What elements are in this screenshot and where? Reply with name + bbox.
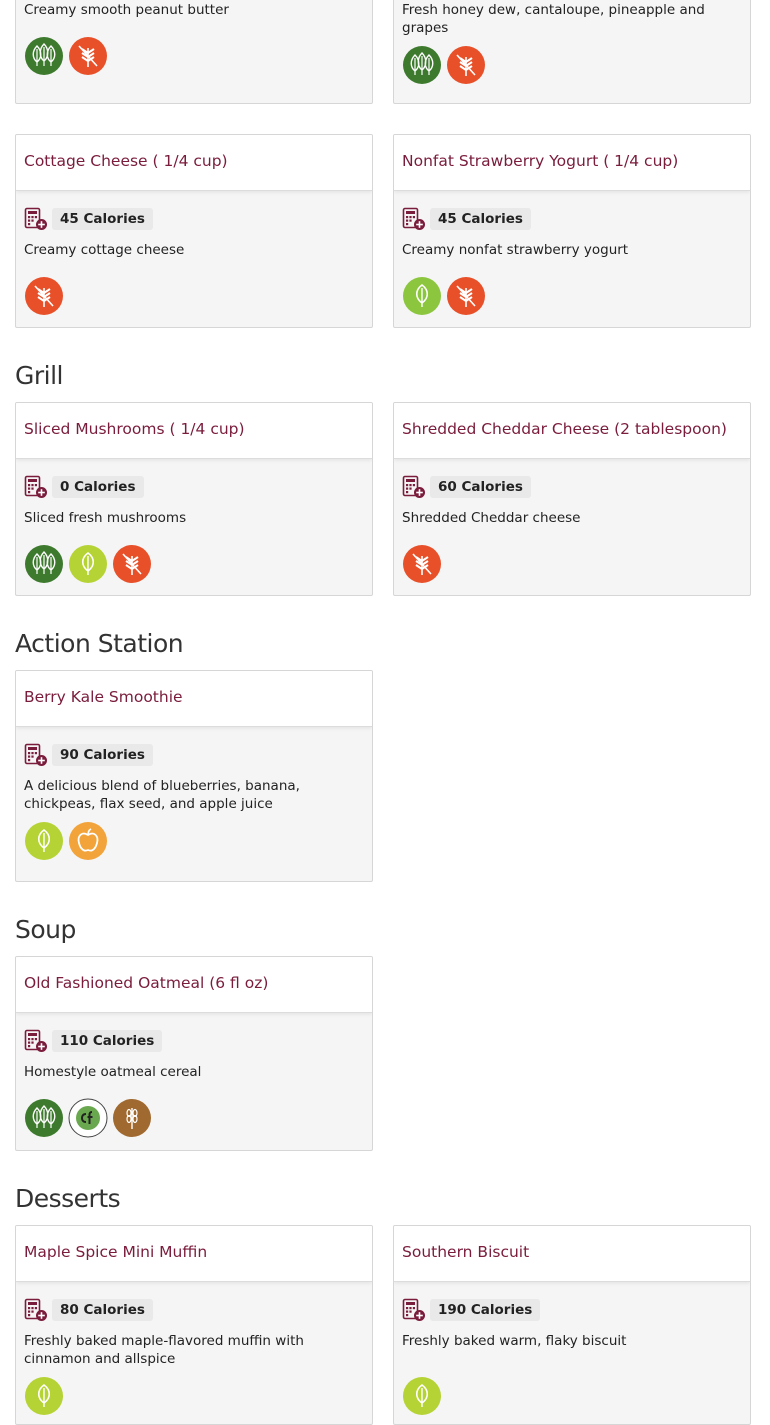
calories-badge: 110 Calories xyxy=(52,1030,163,1052)
item-description: Fresh honey dew, cantaloupe, pineapple a… xyxy=(402,2,705,36)
apple-icon[interactable] xyxy=(68,821,108,861)
item-description: Homestyle oatmeal cereal xyxy=(24,1064,202,1080)
item-description: Freshly baked warm, flaky biscuit xyxy=(402,1333,627,1349)
item-title-link[interactable]: Southern Biscuit xyxy=(394,1226,750,1261)
no-gluten-wheat-icon[interactable] xyxy=(24,276,64,316)
menu-item-card: Berry Kale Smoothie 90 Calories A delici… xyxy=(15,670,373,882)
vegan-leaf-icon[interactable] xyxy=(24,1098,64,1138)
plant-forward-leaf-icon[interactable] xyxy=(402,1376,442,1416)
whole-grain-icon[interactable] xyxy=(112,1098,152,1138)
nutrition-calculator-icon[interactable] xyxy=(24,207,48,231)
calories-badge: 0 Calories xyxy=(52,476,144,498)
diet-badges xyxy=(24,544,364,584)
nutrition-calculator-icon[interactable] xyxy=(24,1029,48,1053)
calories-badge: 45 Calories xyxy=(430,208,531,230)
vegan-leaf-icon[interactable] xyxy=(24,36,64,76)
diet-badges xyxy=(402,544,742,584)
item-description: Freshly baked maple-flavored muffin with… xyxy=(24,1333,304,1367)
calories-badge: 190 Calories xyxy=(430,1299,541,1321)
item-description: Creamy smooth peanut butter xyxy=(24,2,229,18)
diet-badges xyxy=(24,1376,364,1416)
diet-badges xyxy=(24,821,364,861)
diet-badges xyxy=(24,276,364,316)
diet-badges xyxy=(24,1098,364,1138)
diet-badges xyxy=(402,1376,742,1416)
item-title-link[interactable]: Cottage Cheese ( 1/4 cup) xyxy=(16,135,372,170)
nutrition-calculator-icon[interactable] xyxy=(24,1298,48,1322)
nutrition-calculator-icon[interactable] xyxy=(402,475,426,499)
menu-item-card: Nonfat Strawberry Yogurt ( 1/4 cup) 45 C… xyxy=(393,134,751,328)
diet-badges xyxy=(402,45,742,85)
calories-badge: 45 Calories xyxy=(52,208,153,230)
item-title-link[interactable]: Sliced Mushrooms ( 1/4 cup) xyxy=(16,403,372,438)
item-title-link[interactable]: Berry Kale Smoothie xyxy=(16,671,372,706)
no-gluten-wheat-icon[interactable] xyxy=(112,544,152,584)
item-title-link[interactable]: Shredded Cheddar Cheese (2 tablespoon) xyxy=(394,403,750,438)
vegan-leaf-icon[interactable] xyxy=(402,45,442,85)
item-description: A delicious blend of blueberries, banana… xyxy=(24,778,300,812)
menu-item-card: Sliced Mushrooms ( 1/4 cup) 0 Calories S… xyxy=(15,402,373,596)
section-title-grill: Grill xyxy=(15,361,64,390)
item-description: Sliced fresh mushrooms xyxy=(24,510,187,526)
menu-item-card: Old Fashioned Oatmeal (6 fl oz) 110 Calo… xyxy=(15,956,373,1151)
section-title-desserts: Desserts xyxy=(15,1184,121,1213)
vegan-leaf-icon[interactable] xyxy=(24,544,64,584)
menu-item-card: Creamy smooth peanut butter xyxy=(15,0,373,104)
menu-item-card: Southern Biscuit 190 Calories Freshly ba… xyxy=(393,1225,751,1425)
menu-item-card: Cottage Cheese ( 1/4 cup) 45 Calories Cr… xyxy=(15,134,373,328)
item-description: Creamy cottage cheese xyxy=(24,242,185,258)
menu-item-card: Fresh honey dew, cantaloupe, pineapple a… xyxy=(393,0,751,104)
plant-forward-leaf-icon[interactable] xyxy=(24,821,64,861)
plant-forward-leaf-icon[interactable] xyxy=(68,544,108,584)
diet-badges xyxy=(24,36,364,76)
calories-badge: 90 Calories xyxy=(52,744,153,766)
item-title-link[interactable]: Old Fashioned Oatmeal (6 fl oz) xyxy=(16,957,372,992)
no-gluten-wheat-icon[interactable] xyxy=(446,276,486,316)
low-carbon-icon[interactable] xyxy=(68,1098,108,1138)
menu-item-card: Shredded Cheddar Cheese (2 tablespoon) 6… xyxy=(393,402,751,596)
plant-forward-leaf-icon[interactable] xyxy=(24,1376,64,1416)
nutrition-calculator-icon[interactable] xyxy=(402,207,426,231)
calories-badge: 60 Calories xyxy=(430,476,531,498)
nutrition-calculator-icon[interactable] xyxy=(24,743,48,767)
nutrition-calculator-icon[interactable] xyxy=(24,475,48,499)
calories-badge: 80 Calories xyxy=(52,1299,153,1321)
diet-badges xyxy=(402,276,742,316)
section-title-soup: Soup xyxy=(15,915,76,944)
item-description: Shredded Cheddar cheese xyxy=(402,510,581,526)
nutrition-calculator-icon[interactable] xyxy=(402,1298,426,1322)
no-gluten-wheat-icon[interactable] xyxy=(68,36,108,76)
item-title-link[interactable]: Nonfat Strawberry Yogurt ( 1/4 cup) xyxy=(394,135,750,170)
section-title-action-station: Action Station xyxy=(15,629,184,658)
vegetarian-leaf-icon[interactable] xyxy=(402,276,442,316)
item-description: Creamy nonfat strawberry yogurt xyxy=(402,242,629,258)
menu-item-card: Maple Spice Mini Muffin 80 Calories Fres… xyxy=(15,1225,373,1425)
no-gluten-wheat-icon[interactable] xyxy=(446,45,486,85)
item-title-link[interactable]: Maple Spice Mini Muffin xyxy=(16,1226,372,1261)
no-gluten-wheat-icon[interactable] xyxy=(402,544,442,584)
